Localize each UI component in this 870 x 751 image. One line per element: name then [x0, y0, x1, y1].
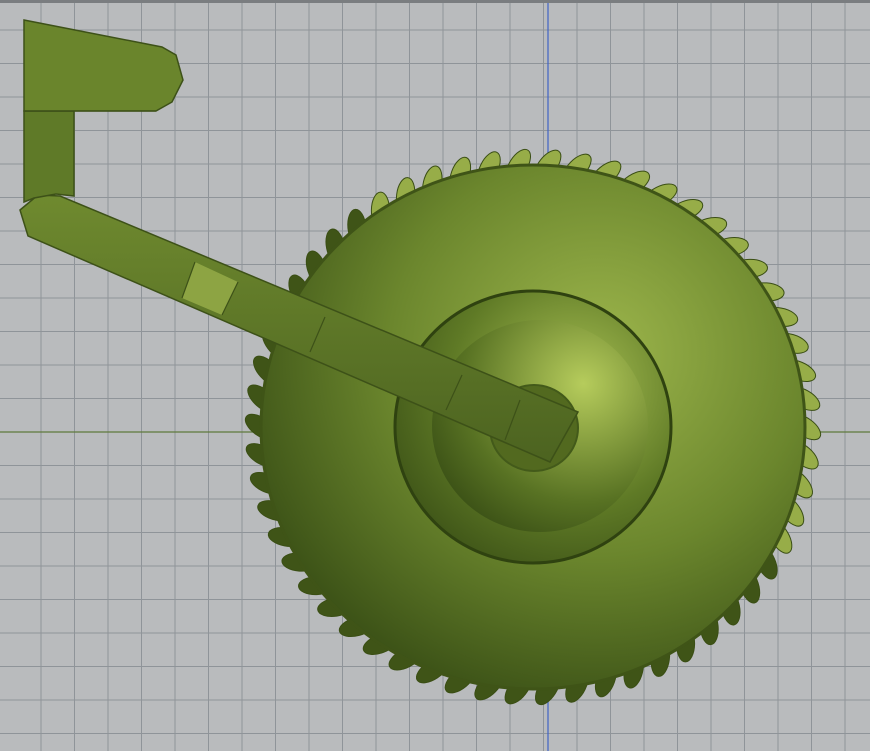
handle-grip: [23, 19, 184, 112]
grip-handle[interactable]: [23, 19, 184, 204]
3d-viewport[interactable]: [0, 0, 870, 751]
viewport-top-border: [0, 0, 870, 3]
viewport-canvas[interactable]: [0, 0, 870, 751]
handle-stem: [23, 110, 75, 204]
